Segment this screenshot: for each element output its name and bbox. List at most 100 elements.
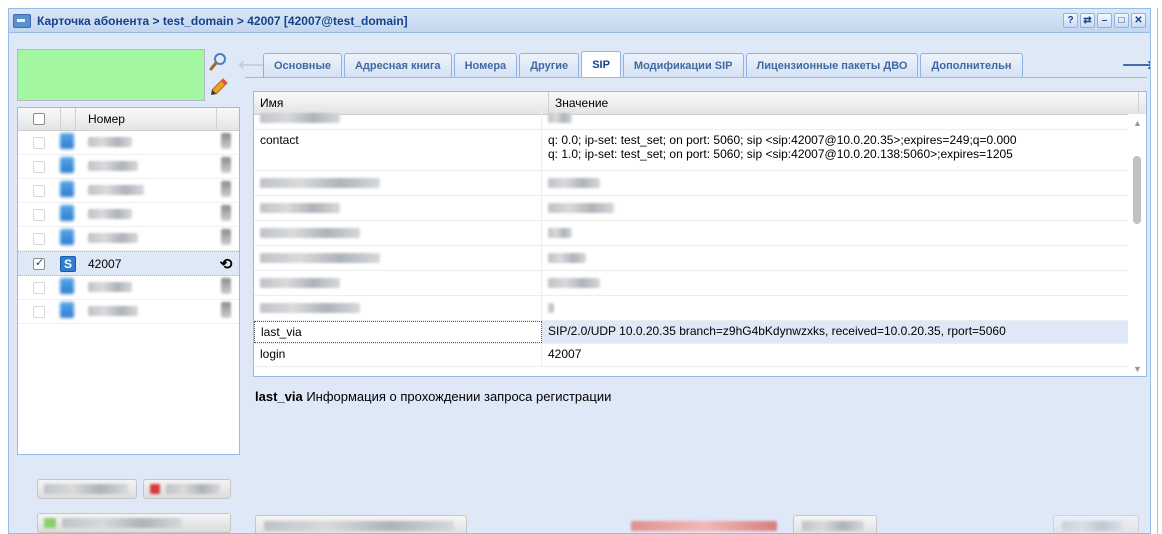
description-text: Информация о прохождении запроса регистр…: [302, 389, 612, 404]
maximize-icon[interactable]: □: [1114, 13, 1129, 28]
property-name: [260, 253, 380, 263]
row-checkbox[interactable]: [33, 136, 45, 149]
bottom-action-button-2[interactable]: [623, 515, 785, 533]
property-value: [548, 253, 586, 263]
number-row[interactable]: S 42007 ⟲: [18, 251, 239, 276]
number-row[interactable]: [18, 131, 239, 155]
pencil-icon[interactable]: [209, 77, 229, 97]
number-row[interactable]: [18, 300, 239, 324]
properties-scrollbar[interactable]: ▲ ▼: [1128, 114, 1146, 376]
number-row[interactable]: [18, 276, 239, 300]
number-type-icon: [60, 229, 74, 245]
number-type-icon: [60, 302, 74, 318]
number-label: [88, 232, 138, 243]
tab-scroll-left-icon[interactable]: 🡐: [238, 51, 270, 77]
window-title: Карточка абонента > test_domain > 42007 …: [37, 13, 408, 28]
tab-1[interactable]: Адресная книга: [343, 53, 452, 77]
tab-6[interactable]: Лицензионные пакеты ДВО: [745, 53, 919, 77]
scrollbar-thumb[interactable]: [1133, 156, 1141, 224]
window-edge: [1157, 8, 1158, 534]
number-type-icon: [60, 157, 74, 173]
number-row[interactable]: [18, 179, 239, 203]
property-value-line-2: q: 1.0; ip-set: test_set; on port: 5060;…: [548, 147, 1013, 161]
tab-5[interactable]: Модификации SIP: [622, 53, 744, 77]
tab-2[interactable]: Номера: [453, 53, 518, 77]
row-action-icon[interactable]: [221, 229, 231, 245]
number-label: [88, 160, 138, 171]
help-icon[interactable]: ?: [1063, 13, 1078, 28]
refresh-icon[interactable]: ⇄: [1080, 13, 1095, 28]
tab-0[interactable]: Основные: [263, 53, 342, 77]
number-label: [88, 281, 132, 292]
row-action-icon[interactable]: [221, 133, 231, 149]
tab-7[interactable]: Дополнительн: [920, 53, 1023, 77]
search-icon[interactable]: [209, 51, 229, 71]
number-label: [88, 184, 144, 195]
property-name: [260, 203, 340, 213]
minimize-icon[interactable]: –: [1097, 13, 1112, 28]
column-header-number[interactable]: Номер: [76, 108, 217, 130]
select-all-checkbox[interactable]: [33, 113, 45, 125]
tab-3[interactable]: Другие: [519, 53, 580, 77]
left-action-button-3[interactable]: [37, 513, 231, 533]
row-checkbox[interactable]: [33, 256, 45, 270]
property-row[interactable]: last_via SIP/2.0/UDP 10.0.20.35 branch=z9…: [254, 321, 1146, 344]
property-value: q: 0.0; ip-set: test_set; on port: 5060;…: [548, 133, 1017, 147]
bottom-action-button-3[interactable]: [793, 515, 877, 533]
property-row[interactable]: [254, 221, 1146, 246]
row-action-icon[interactable]: [221, 157, 231, 173]
property-row[interactable]: login 42007: [254, 344, 1146, 367]
property-value: [548, 228, 572, 238]
property-row[interactable]: [254, 296, 1146, 321]
row-checkbox[interactable]: [33, 232, 45, 245]
filter-field[interactable]: [17, 49, 205, 101]
number-row[interactable]: [18, 203, 239, 227]
row-checkbox[interactable]: [33, 184, 45, 197]
row-checkbox[interactable]: [33, 281, 45, 294]
bottom-action-button-4[interactable]: [1053, 515, 1139, 533]
row-action-icon[interactable]: [221, 205, 231, 221]
numbers-grid-header: Номер: [18, 108, 239, 131]
property-row[interactable]: [254, 246, 1146, 271]
row-action-icon[interactable]: [221, 181, 231, 197]
number-type-icon: [60, 205, 74, 221]
subscriber-card-window: Карточка абонента > test_domain > 42007 …: [8, 8, 1151, 534]
sip-number-icon: S: [60, 255, 76, 272]
property-row[interactable]: [254, 196, 1146, 221]
bottom-action-button-1[interactable]: [255, 515, 467, 533]
number-label: 42007: [88, 256, 122, 271]
tab-scroll-right-icon[interactable]: 🡒: [1122, 51, 1150, 77]
window-titlebar[interactable]: Карточка абонента > test_domain > 42007 …: [9, 9, 1150, 33]
property-value: [548, 278, 600, 288]
property-row[interactable]: [254, 171, 1146, 196]
tab-4[interactable]: SIP: [581, 51, 621, 77]
property-row[interactable]: contact q: 0.0; ip-set: test_set; on port…: [254, 130, 1146, 171]
property-value: [548, 203, 614, 213]
numbers-grid: Номер S 42007 ⟲: [17, 107, 240, 455]
row-action-icon[interactable]: [221, 278, 231, 294]
property-name: [260, 113, 340, 123]
property-name: contact: [260, 133, 299, 147]
description-key: last_via: [255, 389, 303, 404]
close-icon[interactable]: ✕: [1131, 13, 1146, 28]
number-row[interactable]: [18, 227, 239, 251]
property-row[interactable]: [254, 271, 1146, 296]
row-checkbox[interactable]: [33, 208, 45, 221]
left-action-button-2[interactable]: [143, 479, 231, 499]
number-label: [88, 208, 132, 219]
scroll-up-icon[interactable]: ▲: [1133, 118, 1142, 128]
left-action-button-1[interactable]: [37, 479, 137, 499]
scroll-down-icon[interactable]: ▼: [1133, 364, 1142, 374]
number-type-icon: [60, 133, 74, 149]
property-value: SIP/2.0/UDP 10.0.20.35 branch=z9hG4bKdyn…: [548, 324, 1006, 338]
row-checkbox[interactable]: [33, 305, 45, 318]
property-row[interactable]: [254, 107, 1146, 130]
row-checkbox[interactable]: [33, 160, 45, 173]
row-action-icon[interactable]: [221, 302, 231, 318]
history-icon[interactable]: ⟲: [220, 256, 233, 273]
number-row[interactable]: [18, 155, 239, 179]
property-value: [548, 303, 554, 313]
number-label: [88, 136, 132, 147]
numbers-panel: Номер S 42007 ⟲: [15, 39, 240, 533]
detail-panel: 🡐 Основные Адресная книга Номера Другие SIP М…: [238, 39, 1150, 533]
